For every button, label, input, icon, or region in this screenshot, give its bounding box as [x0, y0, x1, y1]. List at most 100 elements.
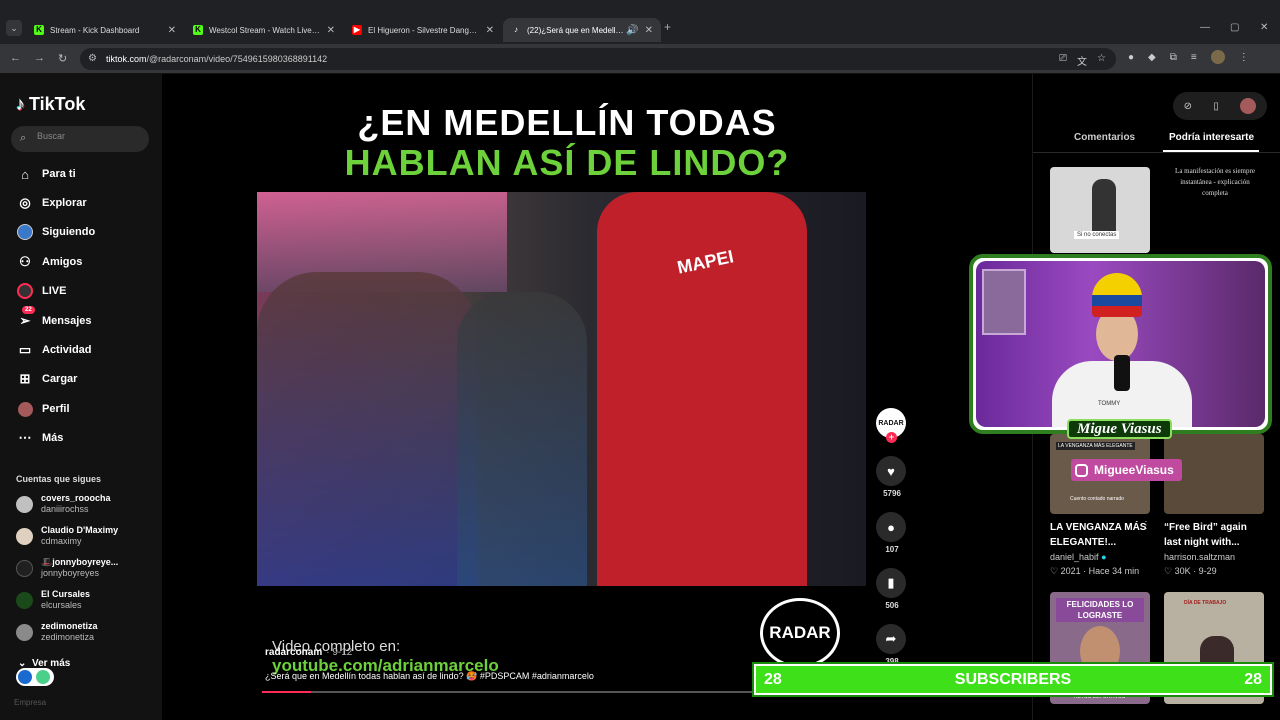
following-account[interactable]: covers_rooocha daniiirochss: [16, 490, 111, 518]
new-tab-button[interactable]: +: [664, 20, 671, 34]
nav-label: Explorar: [42, 197, 87, 209]
close-icon[interactable]: ✕: [327, 25, 335, 36]
related-video-title[interactable]: “Free Bird” again last night with...: [1164, 520, 1262, 550]
subscribers-bar: 28 SUBSCRIBERS 28: [754, 664, 1272, 695]
tab-search-button[interactable]: ⌄: [6, 20, 22, 36]
tab-related[interactable]: Podría interesarte: [1169, 132, 1254, 143]
extensions-puzzle-icon[interactable]: ⧉: [1170, 52, 1177, 64]
close-icon[interactable]: ✕: [645, 25, 653, 36]
browser-tab-westcol-stream[interactable]: K Westcol Stream - Watch Live on Kick ✕: [185, 18, 343, 42]
related-video-thumbnail[interactable]: Si no conectas: [1050, 167, 1150, 253]
account-name: zedimonetiza: [41, 621, 98, 631]
share-icon: ➦: [876, 624, 906, 654]
browser-tab-kick-dashboard[interactable]: K Stream - Kick Dashboard ✕: [26, 18, 184, 42]
messages-icon: ➢ 22: [16, 306, 35, 330]
tiktok-sidebar: ♪ TikTok ⌕ ⌂ Para ti ◎ Explorar Siguiend…: [0, 74, 162, 720]
upload-icon: ⊞: [19, 371, 31, 386]
translate-icon[interactable]: 文: [1077, 53, 1087, 68]
following-account[interactable]: El Cursales elcursales: [16, 586, 90, 614]
tiktok-logo[interactable]: ♪ TikTok: [16, 94, 85, 115]
close-icon[interactable]: ✕: [486, 25, 494, 36]
post-date: · 9-12: [326, 647, 353, 658]
related-video-title[interactable]: LA VENGANZA MÁS ELEGANTE!...: [1050, 520, 1148, 550]
messages-badge: 22: [22, 306, 35, 314]
following-section-title: Cuentas que sigues: [16, 474, 102, 484]
speaker-icon[interactable]: 🔊: [626, 25, 638, 36]
search-box[interactable]: ⌕: [11, 126, 149, 152]
tab-title: El Higueron - Silvestre Dangond: [368, 25, 480, 35]
avatar: [16, 559, 33, 577]
forward-arrow-icon[interactable]: →: [34, 52, 45, 64]
minimize-icon[interactable]: —: [1200, 22, 1210, 33]
url-host: tiktok.com: [106, 54, 147, 64]
kebab-menu-icon[interactable]: ⋮: [1141, 520, 1151, 531]
site-info-icon[interactable]: ⚙: [88, 53, 97, 64]
bookmark-star-icon[interactable]: ☆: [1097, 53, 1106, 68]
post-time: · 9-29: [1193, 566, 1217, 576]
follow-plus-icon[interactable]: +: [886, 432, 897, 443]
browser-tab-tiktok-active[interactable]: ♪ (22)¿Será que en Medellín todas 🔊 ✕: [503, 18, 661, 42]
nav-item-siguiendo[interactable]: Siguiendo: [16, 222, 95, 242]
creator-avatar[interactable]: RADAR +: [876, 408, 906, 443]
media-control-icon[interactable]: ≡: [1191, 52, 1197, 64]
related-video-user[interactable]: harrison.saltzman: [1164, 552, 1235, 562]
related-video-user[interactable]: daniel_habif ●: [1050, 552, 1107, 562]
nav-item-live[interactable]: LIVE: [16, 281, 66, 301]
extension-diamond-icon[interactable]: ◆: [1148, 52, 1156, 64]
nav-item-amigos[interactable]: ⚇ Amigos: [16, 252, 82, 272]
following-account[interactable]: zedimonetiza zedimonetiza: [16, 618, 98, 646]
url-text: tiktok.com/@radarconam/video/75496159803…: [106, 54, 327, 64]
profile-avatar[interactable]: [1210, 50, 1225, 64]
thumbnail-caption: La manifestación es siempre instantánea …: [1175, 167, 1255, 197]
search-input[interactable]: [37, 131, 137, 141]
tab-comments[interactable]: Comentarios: [1074, 132, 1135, 143]
close-icon[interactable]: ✕: [168, 25, 176, 36]
share-button[interactable]: ➦ 398: [876, 624, 908, 666]
cast-icon[interactable]: ⎚: [1059, 53, 1067, 68]
nav-label: Amigos: [42, 256, 83, 268]
app-icon: [36, 670, 50, 684]
related-video-stats: ♡ 2021 · Hace 34 min: [1050, 566, 1139, 577]
following-avatar-icon: [16, 223, 34, 241]
nav-label: Siguiendo: [42, 226, 96, 238]
user-avatar[interactable]: [1240, 98, 1257, 114]
nav-item-mas[interactable]: ⋯ Más: [16, 428, 64, 448]
browser-tab-el-higueron[interactable]: ▶ El Higueron - Silvestre Dangond ✕: [344, 18, 502, 42]
author-name: radarconam: [265, 647, 323, 658]
following-account[interactable]: 🎩jonnyboyreye... jonnyboyreyes: [16, 554, 118, 582]
device-icon[interactable]: ▯: [1213, 101, 1219, 112]
account-handle: jonnyboyreyes: [41, 568, 100, 578]
bottom-toggle-control[interactable]: [16, 668, 54, 686]
thumbnail-label: LA VENGANZA MÁS ELEGANTE: [1056, 442, 1135, 450]
kick-icon: K: [34, 25, 44, 35]
nav-item-cargar[interactable]: ⊞ Cargar: [16, 369, 78, 389]
account-name: 🎩jonnyboyreye...: [41, 557, 119, 567]
extension-shield-icon[interactable]: ●: [1128, 52, 1134, 64]
nav-item-perfil[interactable]: Perfil: [16, 399, 70, 419]
following-account[interactable]: Claudio D'Maximy cdmaximy: [16, 522, 118, 550]
instagram-icon: [1075, 463, 1088, 477]
url-bar[interactable]: ⚙ tiktok.com/@radarconam/video/754961598…: [80, 48, 1116, 70]
comment-button[interactable]: ● 107: [876, 512, 908, 554]
more-icon: ⋯: [18, 430, 32, 445]
profile-icon: [16, 400, 34, 418]
like-button[interactable]: ♥ 5796: [876, 456, 908, 498]
thumbnail-label: FELICIDADES LO LOGRASTE: [1056, 598, 1144, 622]
creator-avatar-text: RADAR: [878, 419, 904, 427]
nav-label: Para ti: [42, 168, 76, 180]
window-close-icon[interactable]: ✕: [1260, 22, 1268, 33]
subscribers-count-right: 28: [1244, 670, 1262, 688]
reload-icon[interactable]: ↻: [58, 52, 67, 65]
nav-item-explorar[interactable]: ◎ Explorar: [16, 193, 87, 213]
video-player[interactable]: ¿EN MEDELLÍN TODAS HABLAN ASÍ DE LINDO? …: [162, 74, 1032, 720]
video-headline-line1: ¿EN MEDELLÍN TODAS: [357, 102, 777, 143]
browser-menu-icon[interactable]: ⋮: [1239, 52, 1249, 64]
nav-item-actividad[interactable]: ▭ Actividad: [16, 340, 92, 360]
nav-item-para-ti[interactable]: ⌂ Para ti: [16, 164, 76, 184]
maximize-icon[interactable]: ▢: [1230, 22, 1239, 33]
nav-item-mensajes[interactable]: ➢ 22 Mensajes: [16, 306, 92, 331]
back-arrow-icon[interactable]: ←: [10, 52, 21, 64]
coins-icon[interactable]: ⊘: [1184, 101, 1192, 112]
save-button[interactable]: ▮ 506: [876, 568, 908, 610]
video-author[interactable]: radarconam · 9-12: [265, 647, 352, 658]
